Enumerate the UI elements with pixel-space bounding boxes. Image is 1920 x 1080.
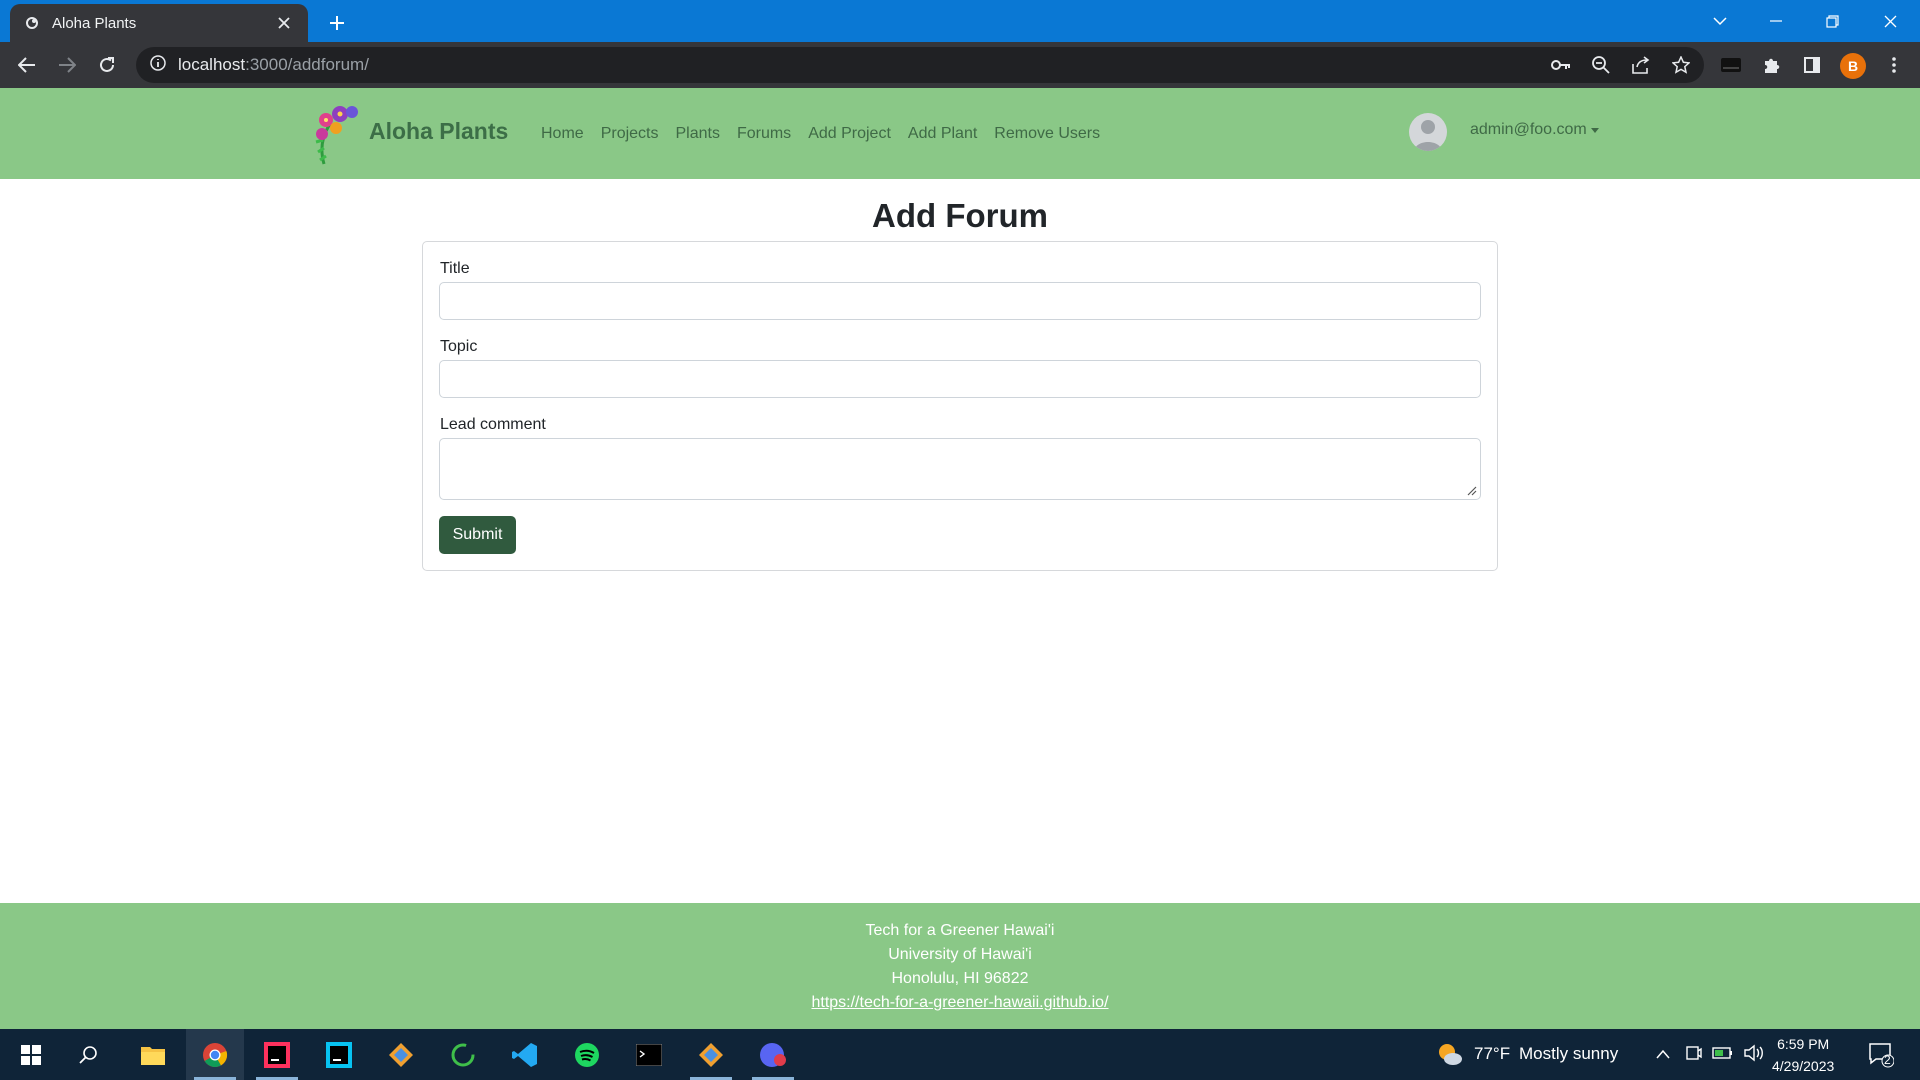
password-key-icon[interactable] <box>1545 49 1577 81</box>
nav-link-home[interactable]: Home <box>541 125 584 143</box>
restore-icon[interactable] <box>1804 0 1860 42</box>
extension-card-icon[interactable] <box>1715 49 1747 81</box>
title-label: Title <box>440 260 470 277</box>
nav-link-add-plant[interactable]: Add Plant <box>908 125 977 143</box>
notification-center-icon[interactable]: 2 <box>1868 1042 1895 1073</box>
git-tool-icon[interactable] <box>372 1029 430 1080</box>
chrome-icon[interactable] <box>186 1029 244 1080</box>
browser-tab[interactable]: Aloha Plants <box>10 4 308 42</box>
lead-comment-textarea[interactable] <box>439 438 1481 500</box>
browser-menu-icon[interactable] <box>1878 49 1910 81</box>
weather-icon[interactable] <box>1437 1042 1463 1071</box>
weather-temperature[interactable]: 77°F <box>1474 1044 1510 1064</box>
meet-now-icon[interactable] <box>1686 1044 1702 1067</box>
nav-link-projects[interactable]: Projects <box>601 125 659 143</box>
title-input[interactable] <box>439 282 1481 320</box>
intellij-icon[interactable] <box>248 1029 306 1080</box>
main-nav: Home Projects Plants Forums Add Project … <box>541 125 1100 143</box>
clock-date: 4/29/2023 <box>1772 1058 1835 1074</box>
notification-count: 2 <box>1884 1053 1891 1067</box>
lead-comment-label: Lead comment <box>440 416 546 433</box>
browser-toolbar: localhost:3000/addforum/ B <box>0 42 1920 88</box>
browser-tab-strip: Aloha Plants <box>0 0 1920 42</box>
vscode-icon[interactable] <box>496 1029 554 1080</box>
zoom-icon[interactable] <box>1585 49 1617 81</box>
loading-app-icon[interactable] <box>434 1029 492 1080</box>
submit-button[interactable]: Submit <box>439 516 516 554</box>
resize-handle-icon[interactable] <box>1467 486 1477 496</box>
user-email: admin@foo.com <box>1470 121 1587 138</box>
footer-address: Honolulu, HI 96822 <box>891 970 1029 987</box>
side-panel-icon[interactable] <box>1796 49 1828 81</box>
url-host: localhost <box>178 55 246 74</box>
footer-tagline: Tech for a Greener Hawai'i <box>865 922 1055 939</box>
reload-icon[interactable] <box>91 49 123 81</box>
dropdown-caret-icon <box>1590 127 1599 133</box>
site-navbar: Aloha Plants Home Projects Plants Forums… <box>0 88 1920 179</box>
address-bar[interactable]: localhost:3000/addforum/ <box>136 47 1704 83</box>
new-tab-icon[interactable] <box>322 8 352 38</box>
windows-taskbar: 77°F Mostly sunny 6:59 PM 4/29/2023 2 <box>0 1029 1920 1080</box>
user-menu-dropdown[interactable]: admin@foo.com <box>1470 121 1599 139</box>
close-window-icon[interactable] <box>1862 0 1918 42</box>
url-path: :3000/addforum/ <box>245 55 369 74</box>
git-client-icon[interactable] <box>682 1029 740 1080</box>
footer-university: University of Hawai'i <box>888 946 1032 963</box>
site-info-icon[interactable] <box>150 54 166 76</box>
brand-name[interactable]: Aloha Plants <box>369 118 508 145</box>
share-icon[interactable] <box>1625 49 1657 81</box>
show-hidden-icons-icon[interactable] <box>1656 1046 1670 1064</box>
forward-icon[interactable] <box>51 49 83 81</box>
topic-label: Topic <box>440 338 478 355</box>
topic-input[interactable] <box>439 360 1481 398</box>
site-favicon-icon <box>24 15 40 31</box>
page-title: Add Forum <box>872 197 1048 234</box>
extensions-puzzle-icon[interactable] <box>1756 49 1788 81</box>
battery-icon[interactable] <box>1712 1045 1734 1066</box>
nav-link-forums[interactable]: Forums <box>737 125 791 143</box>
site-footer: Tech for a Greener Hawai'i University of… <box>0 903 1920 1029</box>
discord-notification-icon[interactable] <box>744 1029 802 1080</box>
volume-icon[interactable] <box>1744 1044 1764 1067</box>
nav-link-plants[interactable]: Plants <box>675 125 719 143</box>
tab-search-icon[interactable] <box>1692 0 1748 42</box>
search-icon[interactable] <box>60 1029 118 1080</box>
aloha-plants-logo[interactable] <box>310 102 362 166</box>
file-explorer-icon[interactable] <box>124 1029 182 1080</box>
tab-close-icon[interactable] <box>274 13 294 33</box>
bookmark-star-icon[interactable] <box>1665 49 1697 81</box>
spotify-icon[interactable] <box>558 1029 616 1080</box>
clock-time: 6:59 PM <box>1777 1036 1830 1052</box>
nav-link-add-project[interactable]: Add Project <box>808 125 891 143</box>
terminal-icon[interactable] <box>620 1029 678 1080</box>
profile-avatar[interactable]: B <box>1840 53 1866 79</box>
url-text: localhost:3000/addforum/ <box>178 55 369 75</box>
nav-link-remove-users[interactable]: Remove Users <box>994 125 1100 143</box>
footer-link[interactable]: https://tech-for-a-greener-hawaii.github… <box>0 994 1920 1012</box>
webstorm-icon[interactable] <box>310 1029 368 1080</box>
tab-title: Aloha Plants <box>52 14 137 32</box>
weather-description[interactable]: Mostly sunny <box>1519 1044 1618 1064</box>
system-clock[interactable]: 6:59 PM 4/29/2023 <box>1772 1033 1834 1077</box>
user-avatar[interactable] <box>1409 113 1447 151</box>
windows-start-icon[interactable] <box>2 1029 60 1080</box>
back-icon[interactable] <box>11 49 43 81</box>
minimize-icon[interactable] <box>1748 0 1804 42</box>
add-forum-form: Title Topic Lead comment Submit <box>422 241 1498 571</box>
